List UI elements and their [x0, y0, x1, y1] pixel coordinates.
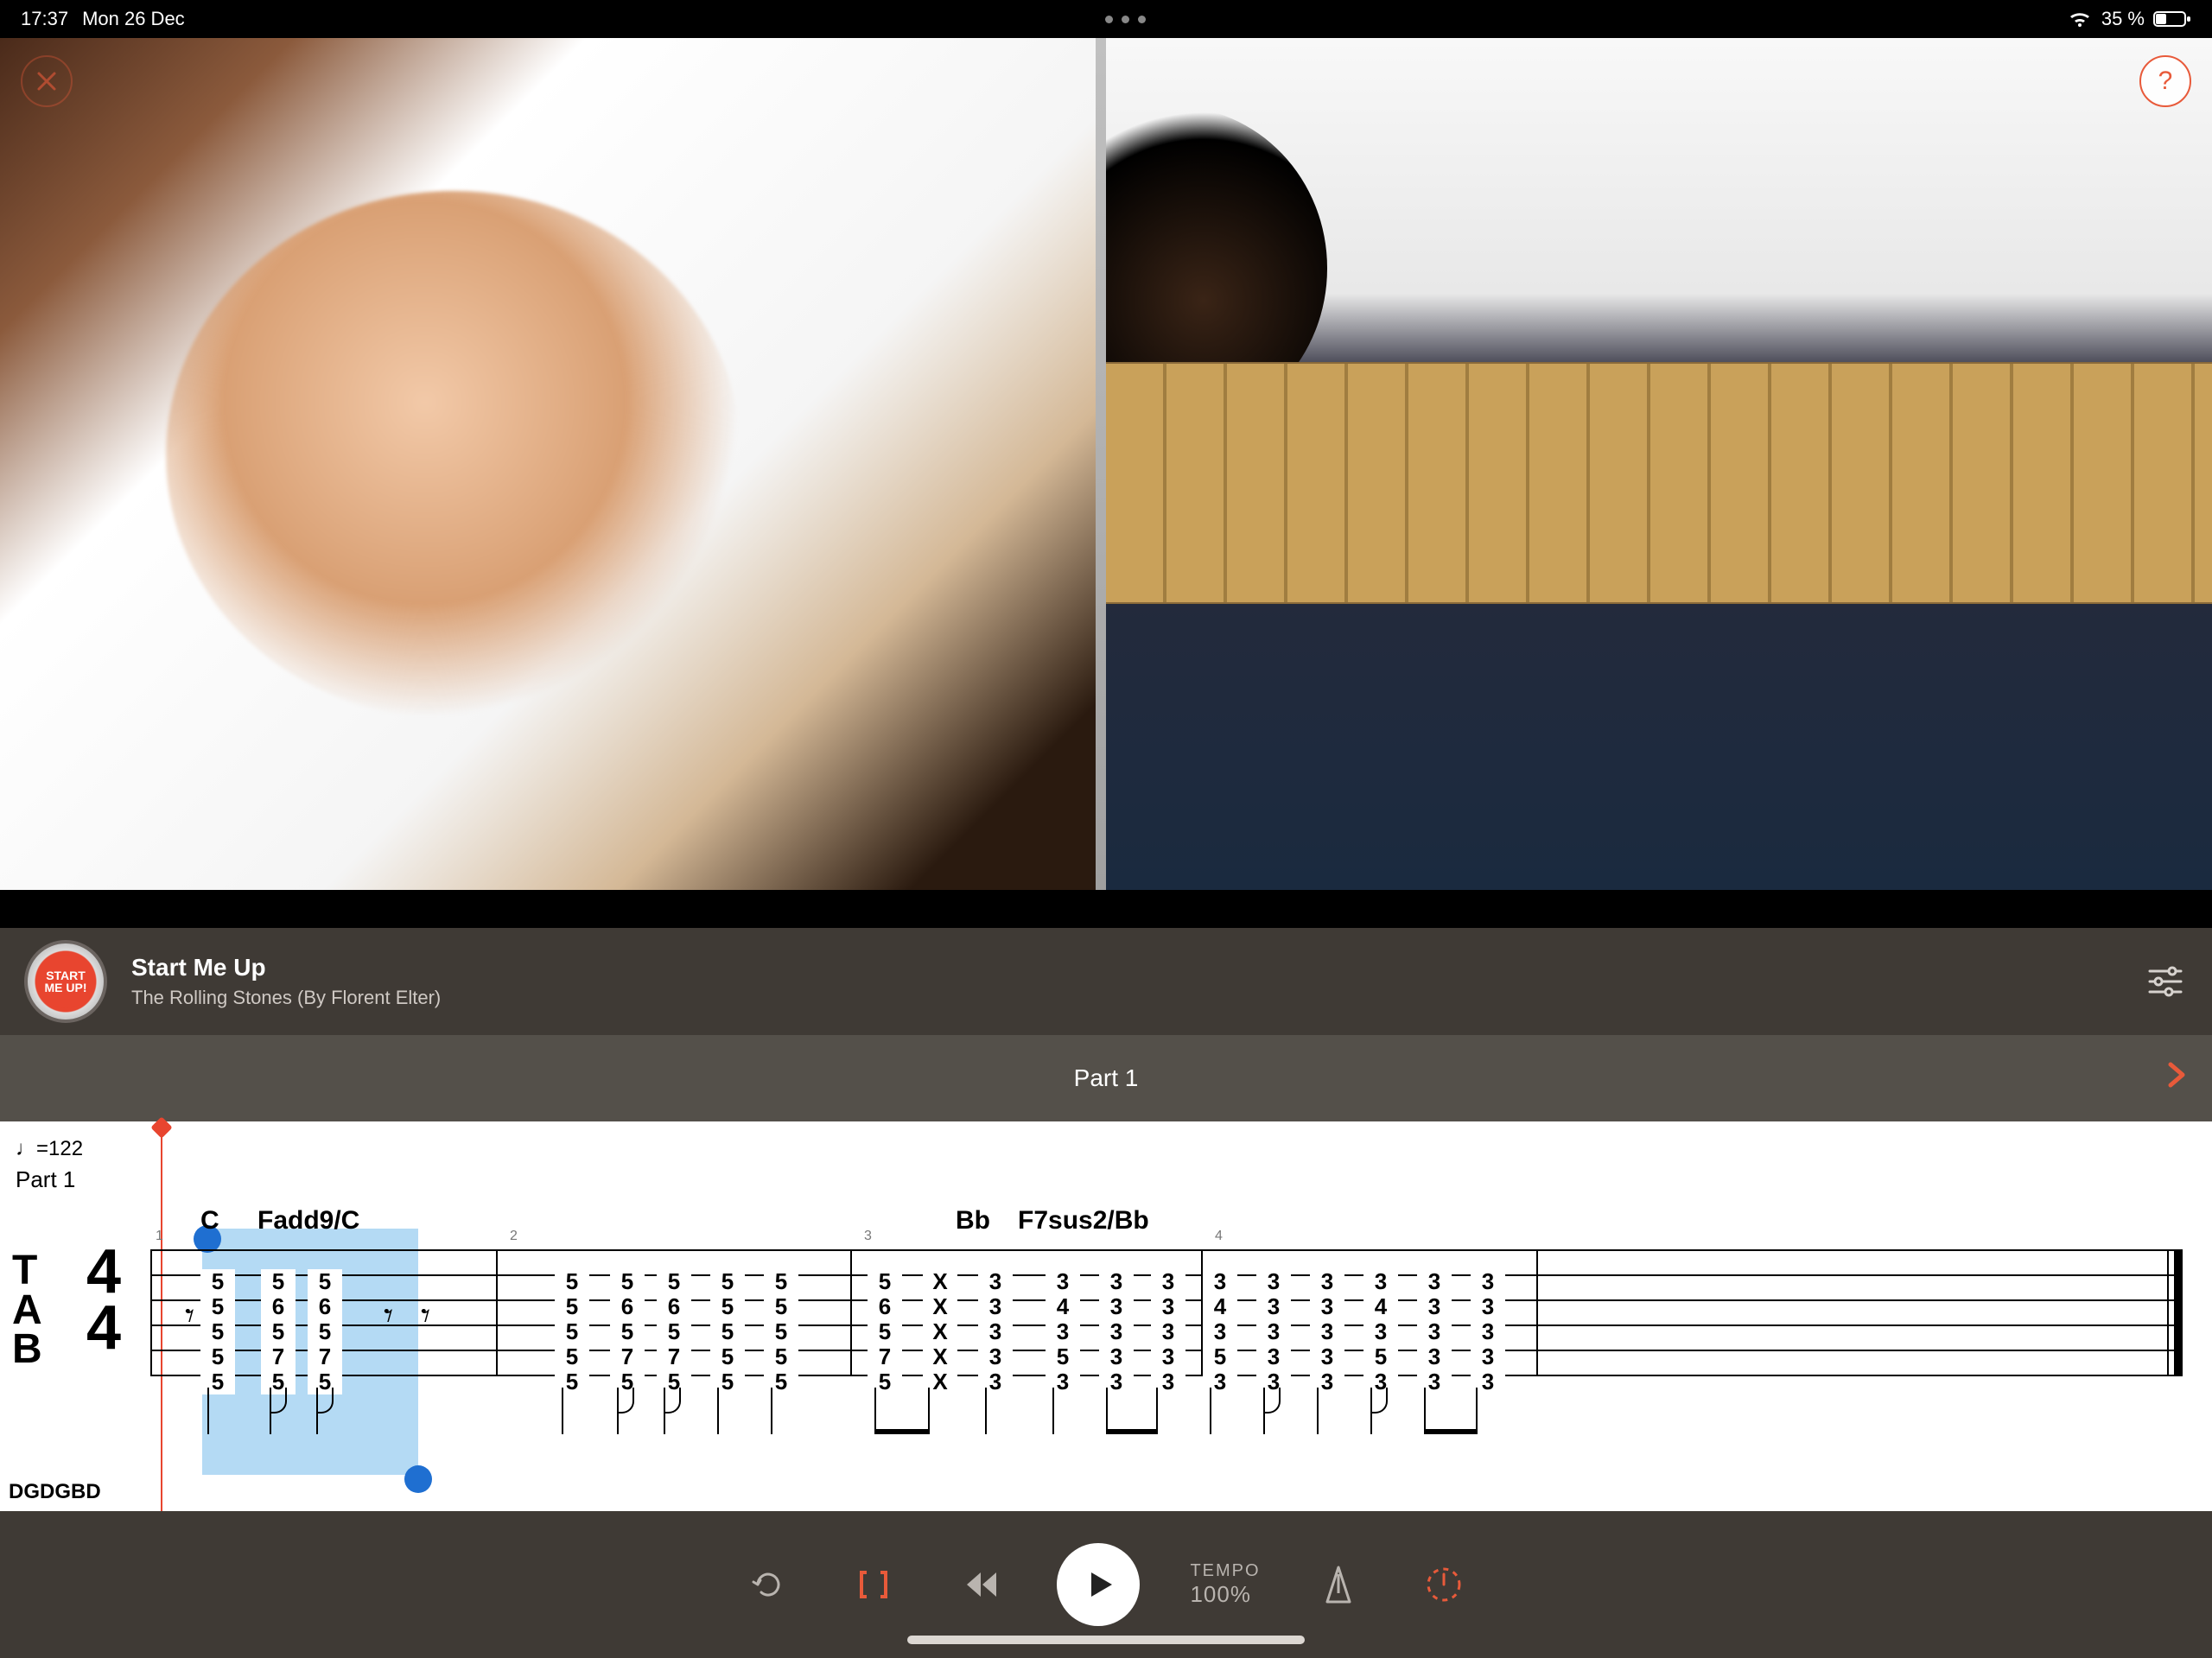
tab-sheet[interactable]: ♩=122 Part 1 C Fadd9/C Bb F7sus2/Bb T A B 4…: [0, 1121, 2212, 1511]
measure-number: 1: [156, 1229, 163, 1244]
time-signature: 4 4: [86, 1244, 121, 1356]
tab-column: 56575: [261, 1244, 296, 1394]
countdown-button[interactable]: [1416, 1557, 1471, 1612]
transport-bar: TEMPO 100%: [0, 1511, 2212, 1658]
sliders-icon: [2143, 959, 2188, 1004]
tab-column: 33333: [1310, 1244, 1344, 1394]
part-label: Part 1: [1074, 1064, 1139, 1092]
chord-label: F7sus2/Bb: [1018, 1206, 1149, 1236]
rewind-button[interactable]: [951, 1557, 1007, 1612]
status-time: 17:37: [21, 8, 68, 30]
battery-icon: [2153, 10, 2191, 29]
album-art[interactable]: START ME UP!: [24, 940, 107, 1023]
song-info-bar: START ME UP! Start Me Up The Rolling Sto…: [0, 928, 2212, 1035]
part-selector[interactable]: Part 1: [0, 1035, 2212, 1121]
tab-staff: CFadd9/CBbF7sus2/Bb T A B 4 4 1234𝄾𝄾𝄾555…: [0, 1206, 2212, 1500]
loop-brackets-icon: [855, 1566, 893, 1604]
status-date: Mon 26 Dec: [82, 8, 185, 30]
tab-clef: T A B: [12, 1251, 41, 1369]
tab-column: 33333: [1151, 1244, 1185, 1394]
tab-column: 55555: [710, 1244, 745, 1394]
tempo-value: 100%: [1190, 1581, 1260, 1608]
tab-column: 34353: [1363, 1244, 1398, 1394]
next-part-button[interactable]: [2160, 1057, 2191, 1100]
song-title: Start Me Up: [131, 954, 2143, 981]
chord-label: Bb: [956, 1206, 990, 1236]
section-label: Part 1: [16, 1166, 83, 1193]
ios-status-bar: 17:37 Mon 26 Dec 35 %: [0, 0, 2212, 38]
lesson-video[interactable]: [0, 38, 2212, 890]
wifi-icon: [2067, 10, 2093, 29]
tab-column: 56575: [657, 1244, 691, 1394]
tab-column: 33333: [1099, 1244, 1134, 1394]
tempo-indicator[interactable]: TEMPO 100%: [1190, 1560, 1260, 1608]
album-badge: START ME UP!: [39, 955, 92, 1008]
tab-column: 34353: [1046, 1244, 1080, 1394]
rest: 𝄾: [185, 1296, 194, 1337]
help-button[interactable]: ?: [2139, 55, 2191, 107]
rest: 𝄾: [421, 1296, 430, 1337]
countdown-icon: [1423, 1564, 1465, 1605]
song-subtitle: The Rolling Stones (By Florent Elter): [131, 987, 2143, 1009]
reset-loop-button[interactable]: [741, 1557, 796, 1612]
battery-percent: 35 %: [2101, 8, 2145, 30]
chord-label: C: [200, 1206, 219, 1236]
tempo-marking: ♩=122: [16, 1137, 83, 1161]
measure-number: 3: [864, 1229, 872, 1244]
tab-column: 56575: [308, 1244, 342, 1394]
chevron-right-icon: [2160, 1059, 2191, 1090]
video-pane-left: [0, 38, 1106, 890]
video-pane-right: [1106, 38, 2212, 890]
loop-end-handle[interactable]: [404, 1465, 432, 1493]
play-button[interactable]: [1057, 1543, 1140, 1626]
tab-column: 33333: [1417, 1244, 1452, 1394]
tab-column: 33333: [1471, 1244, 1505, 1394]
tab-column: 55555: [555, 1244, 589, 1394]
barline: [850, 1249, 852, 1375]
tab-column: 56575: [610, 1244, 645, 1394]
metronome-icon: [1320, 1564, 1357, 1605]
barline: [1536, 1249, 1538, 1375]
multitask-dots[interactable]: [185, 16, 2067, 23]
metronome-button[interactable]: [1311, 1557, 1366, 1612]
rest: 𝄾: [384, 1296, 393, 1337]
tab-column: 55555: [200, 1244, 235, 1394]
tab-column: 56575: [868, 1244, 902, 1394]
tab-column: 33333: [1256, 1244, 1291, 1394]
measure-number: 2: [510, 1229, 518, 1244]
loop-toggle-button[interactable]: [846, 1557, 901, 1612]
measure-number: 4: [1215, 1229, 1223, 1244]
tuning-label: DGDGBD: [9, 1480, 101, 1504]
home-indicator[interactable]: [907, 1636, 1305, 1644]
tempo-label: TEMPO: [1190, 1560, 1260, 1581]
chord-label: Fadd9/C: [257, 1206, 359, 1236]
skip-back-icon: [958, 1567, 1000, 1602]
barline: [150, 1249, 152, 1375]
tab-column: 55555: [764, 1244, 798, 1394]
tab-column: XXXXX: [923, 1244, 957, 1394]
tab-column: 34353: [1203, 1244, 1237, 1394]
help-icon: ?: [2158, 67, 2173, 96]
tab-column: 33333: [978, 1244, 1013, 1394]
play-icon: [1077, 1564, 1119, 1605]
close-button[interactable]: [21, 55, 73, 107]
barline: [496, 1249, 498, 1375]
loop-reset-icon: [747, 1564, 789, 1605]
mixer-button[interactable]: [2143, 959, 2188, 1004]
